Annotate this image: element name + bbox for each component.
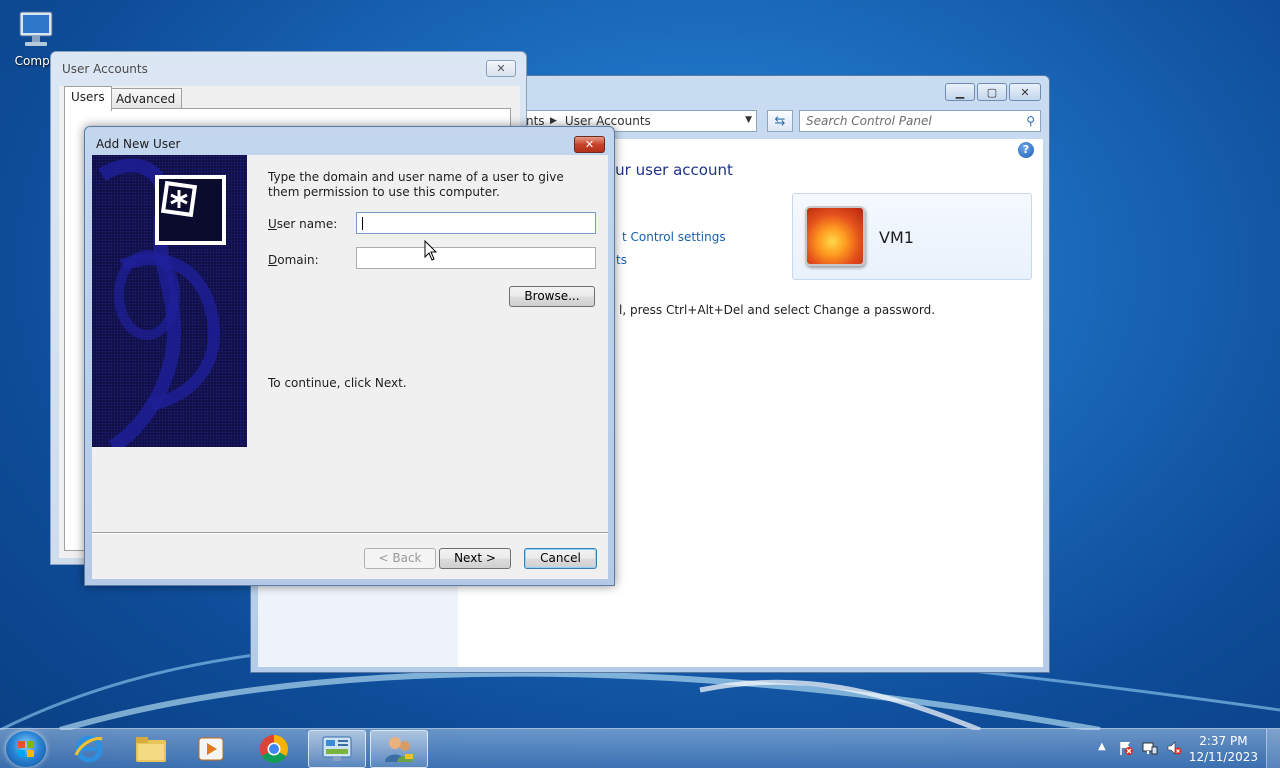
- domain-input[interactable]: [356, 247, 596, 269]
- wizard-banner: [92, 155, 247, 447]
- cancel-button[interactable]: Cancel: [524, 548, 597, 569]
- users-icon: [385, 737, 413, 762]
- user-name: VM1: [879, 228, 914, 247]
- chevron-down-icon[interactable]: ▼: [745, 115, 752, 125]
- media-player-icon: [198, 737, 224, 761]
- user-card: VM1: [792, 193, 1032, 280]
- windows-logo-icon: [18, 741, 34, 757]
- computer-icon: [14, 8, 58, 52]
- show-hidden-icons-icon[interactable]: ▲: [1098, 741, 1106, 752]
- access-key: D: [268, 253, 278, 267]
- maximize-button[interactable]: ▢: [977, 83, 1007, 101]
- refresh-icon: ⇆: [774, 113, 786, 129]
- taskbar: ▲ 2:37 PM 12/11/2023: [0, 728, 1280, 768]
- taskbar-file-explorer[interactable]: [122, 730, 180, 768]
- control-panel-icon: [322, 736, 352, 761]
- refresh-button[interactable]: ⇆: [767, 110, 793, 132]
- taskbar-user-accounts[interactable]: [370, 730, 428, 768]
- add-new-user-dialog: Add New User ✕ Type the domain and user …: [84, 126, 615, 586]
- tab-advanced[interactable]: Advanced: [109, 88, 183, 110]
- uac-settings-link[interactable]: t Control settings: [622, 230, 726, 244]
- back-button[interactable]: < Back: [364, 548, 436, 569]
- accounts-link[interactable]: ts: [616, 253, 627, 267]
- avatar: [805, 206, 865, 266]
- taskbar-chrome[interactable]: [245, 730, 303, 768]
- username-input[interactable]: [356, 212, 596, 234]
- browse-button[interactable]: Browse...: [509, 286, 595, 307]
- label-text: ser name:: [276, 217, 338, 231]
- search-placeholder: Search Control Panel: [806, 114, 932, 128]
- clock-date: 12/11/2023: [1188, 750, 1258, 764]
- system-clock[interactable]: 2:37 PM 12/11/2023: [1189, 733, 1258, 765]
- access-key: U: [268, 217, 277, 231]
- tab-users[interactable]: Users: [64, 86, 112, 111]
- close-button[interactable]: ✕: [1009, 83, 1041, 101]
- dialog-title: User Accounts: [62, 62, 148, 76]
- show-desktop-button[interactable]: [1266, 729, 1280, 768]
- close-button[interactable]: ✕: [486, 60, 516, 77]
- taskbar-internet-explorer[interactable]: [60, 730, 118, 768]
- folder-icon: [136, 737, 166, 762]
- search-icon[interactable]: ⚲: [1026, 114, 1035, 128]
- search-input[interactable]: Search Control Panel ⚲: [799, 110, 1041, 132]
- label-text: omain:: [277, 253, 319, 267]
- next-button[interactable]: Next >: [439, 548, 511, 569]
- internet-explorer-icon: [74, 735, 103, 763]
- divider: [92, 532, 608, 534]
- domain-label: Domain:: [268, 253, 319, 267]
- dialog-title: Add New User: [96, 137, 181, 151]
- chrome-icon: [260, 735, 288, 763]
- intro-text: Type the domain and user name of a user …: [268, 170, 564, 199]
- breadcrumb-arrow-icon[interactable]: ▶: [550, 116, 557, 126]
- window-controls: ▁ ▢ ✕: [945, 83, 1041, 101]
- volume-muted-icon[interactable]: [1166, 740, 1182, 759]
- network-icon[interactable]: [1142, 740, 1158, 759]
- password-instructions: l, press Ctrl+Alt+Del and select Change …: [619, 303, 936, 317]
- start-button[interactable]: [6, 731, 46, 767]
- dialog-client: Type the domain and user name of a user …: [92, 155, 608, 579]
- taskbar-control-panel[interactable]: [308, 730, 366, 768]
- clock-time: 2:37 PM: [1199, 734, 1248, 748]
- continue-instructions: To continue, click Next.: [268, 376, 407, 390]
- close-button[interactable]: ✕: [574, 136, 605, 153]
- username-label: User name:: [268, 217, 337, 231]
- system-tray: ▲ 2:37 PM 12/11/2023: [1090, 729, 1280, 768]
- text-caret: [362, 217, 363, 230]
- action-center-icon[interactable]: [1118, 740, 1134, 759]
- users-icon: [155, 175, 226, 245]
- taskbar-media-player[interactable]: [182, 730, 240, 768]
- help-icon[interactable]: ?: [1018, 142, 1034, 158]
- page-title: our user account: [606, 161, 733, 179]
- minimize-button[interactable]: ▁: [945, 83, 975, 101]
